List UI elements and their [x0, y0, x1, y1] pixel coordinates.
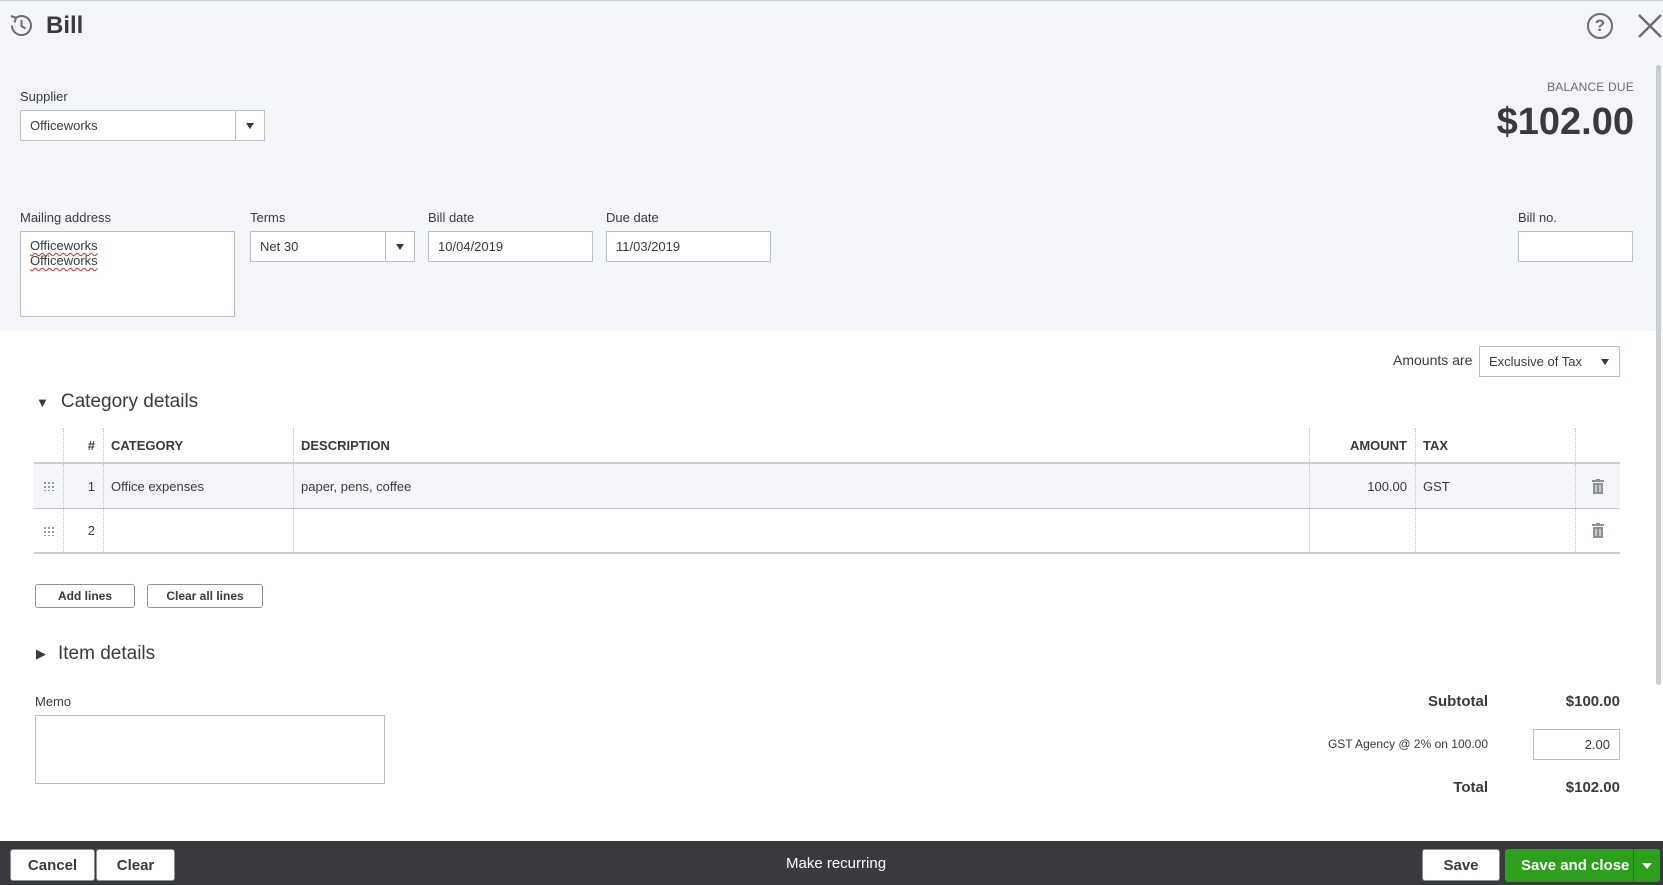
amounts-are-label: Amounts are: [1393, 352, 1473, 368]
bill-date-value: 10/04/2019: [438, 239, 504, 254]
total-value: $102.00: [1565, 779, 1620, 796]
balance-due-label: BALANCE DUE: [1547, 80, 1634, 94]
row-tax[interactable]: GST: [1415, 464, 1575, 508]
chevron-down-icon[interactable]: [1590, 347, 1619, 376]
row-amount[interactable]: [1309, 509, 1415, 552]
item-details-toggle[interactable]: ▶ Item details: [36, 643, 155, 665]
table-header: # CATEGORY DESCRIPTION AMOUNT TAX: [34, 428, 1620, 464]
category-table: # CATEGORY DESCRIPTION AMOUNT TAX 1 Offi…: [34, 428, 1620, 554]
add-lines-button[interactable]: Add lines: [35, 584, 135, 608]
header-panel: Bill ? Supplier Officeworks BALANCE DUE …: [0, 0, 1663, 331]
drag-handle-icon[interactable]: [34, 509, 63, 552]
row-description[interactable]: paper, pens, coffee: [293, 464, 1309, 508]
item-details-title: Item details: [58, 643, 156, 664]
bill-no-field[interactable]: [1518, 231, 1633, 262]
expand-arrow-icon: ▶: [36, 646, 46, 661]
col-category-header: CATEGORY: [111, 437, 184, 453]
history-clock-icon[interactable]: [8, 12, 35, 39]
scrollbar[interactable]: [1656, 65, 1661, 685]
tax-amount-value: 2.00: [1584, 737, 1610, 752]
memo-label: Memo: [35, 694, 72, 709]
balance-due-value: $102.00: [1496, 101, 1634, 143]
col-amount-header: AMOUNT: [1349, 437, 1407, 453]
category-details-title: Category details: [60, 391, 199, 412]
bill-date-label: Bill date: [428, 210, 475, 225]
clear-button[interactable]: Clear: [96, 849, 175, 881]
category-details-toggle[interactable]: ▼ Category details: [36, 391, 198, 413]
mailing-address-field[interactable]: Officeworks Officeworks: [20, 231, 235, 317]
save-and-close-button[interactable]: Save and close: [1505, 849, 1660, 882]
column-divider: [1575, 428, 1576, 462]
row-num: 2: [87, 523, 95, 538]
chevron-down-icon[interactable]: [1633, 849, 1660, 882]
subtotal-label: Subtotal: [1428, 693, 1488, 710]
page-title: Bill: [46, 12, 84, 39]
address-line: Officeworks: [30, 253, 98, 268]
chevron-down-icon[interactable]: [385, 232, 414, 261]
supplier-combobox[interactable]: Officeworks: [20, 110, 265, 141]
terms-label: Terms: [250, 210, 286, 225]
cancel-button[interactable]: Cancel: [10, 849, 95, 881]
supplier-label: Supplier: [20, 89, 68, 104]
amounts-are-value: Exclusive of Tax: [1489, 354, 1582, 369]
mailing-address-label: Mailing address: [20, 210, 112, 225]
save-and-close-label: Save and close: [1521, 857, 1630, 874]
supplier-value: Officeworks: [30, 118, 98, 133]
col-tax-header: TAX: [1423, 437, 1449, 453]
due-date-field[interactable]: 11/03/2019: [606, 231, 771, 262]
subtotal-value: $100.00: [1565, 693, 1620, 710]
terms-combobox[interactable]: Net 30: [250, 231, 415, 262]
bill-no-label: Bill no.: [1518, 210, 1558, 225]
chevron-down-icon[interactable]: [235, 111, 264, 140]
col-description-header: DESCRIPTION: [301, 437, 390, 453]
due-date-value: 11/03/2019: [616, 239, 681, 254]
table-row[interactable]: 2: [34, 509, 1620, 554]
tax-amount-field[interactable]: 2.00: [1533, 729, 1620, 760]
terms-value: Net 30: [260, 239, 299, 254]
memo-field[interactable]: [35, 715, 385, 784]
row-amount[interactable]: 100.00: [1309, 464, 1415, 508]
total-label: Total: [1453, 779, 1488, 796]
save-button[interactable]: Save: [1422, 849, 1500, 881]
row-category[interactable]: Office expenses: [103, 464, 293, 508]
address-line: Officeworks: [30, 238, 98, 253]
help-icon[interactable]: ?: [1587, 13, 1613, 39]
tax-rate-label: GST Agency @ 2% on 100.00: [1327, 737, 1488, 751]
row-category[interactable]: [103, 509, 293, 552]
col-num-header: #: [87, 437, 95, 453]
trash-icon[interactable]: [1575, 509, 1620, 552]
row-num: 1: [87, 478, 95, 494]
clear-all-lines-button[interactable]: Clear all lines: [147, 584, 263, 608]
footer-bar: Cancel Clear Make recurring Save Save an…: [0, 841, 1663, 885]
row-description[interactable]: [293, 509, 1309, 552]
amounts-are-select[interactable]: Exclusive of Tax: [1479, 346, 1620, 377]
table-row[interactable]: 1 Office expenses paper, pens, coffee 10…: [34, 464, 1620, 509]
bill-date-field[interactable]: 10/04/2019: [428, 231, 593, 262]
row-tax[interactable]: [1415, 509, 1575, 552]
collapse-arrow-icon: ▼: [36, 394, 49, 410]
drag-handle-icon[interactable]: [34, 464, 63, 508]
due-date-label: Due date: [606, 210, 659, 225]
make-recurring-link[interactable]: Make recurring: [786, 855, 886, 872]
close-icon[interactable]: [1636, 11, 1663, 41]
trash-icon[interactable]: [1575, 464, 1620, 508]
